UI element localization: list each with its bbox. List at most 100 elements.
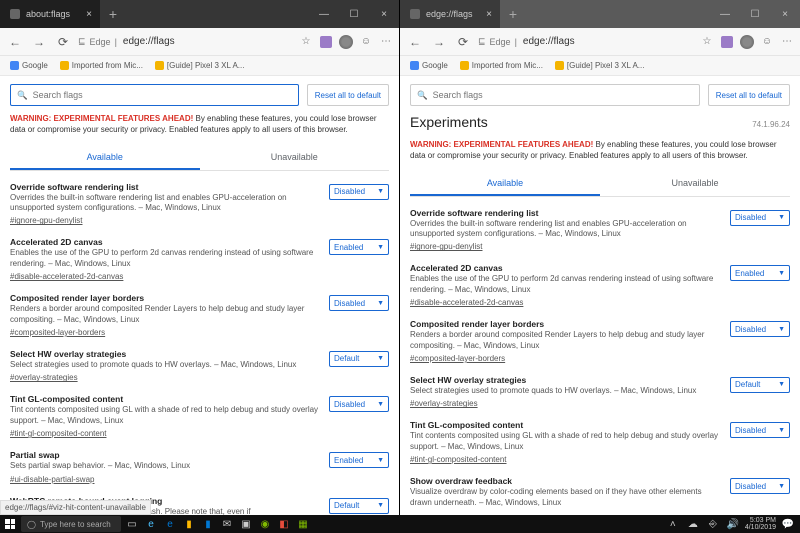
menu-icon[interactable]: ⋯	[780, 35, 794, 49]
new-tab-button[interactable]: +	[100, 0, 126, 28]
search-input[interactable]	[433, 90, 693, 100]
flag-value-select[interactable]: Default▼	[329, 498, 389, 514]
flag-anchor-link[interactable]: #ignore-gpu-denylist	[10, 216, 83, 225]
taskbar-app-icon[interactable]: ▮	[200, 516, 216, 532]
flag-value-select[interactable]: Disabled▼	[730, 422, 790, 438]
cortana-search[interactable]: ◯Type here to search	[21, 516, 121, 532]
flag-anchor-link[interactable]: #disable-accelerated-2d-canvas	[10, 272, 123, 281]
bookmark-item[interactable]: Google	[10, 61, 48, 70]
bookmark-item[interactable]: Imported from Mic...	[460, 61, 543, 70]
tab-unavailable[interactable]: Unavailable	[600, 172, 790, 196]
tray-sound-icon[interactable]: 🔊	[725, 516, 741, 532]
system-clock[interactable]: 5:03 PM 4/10/2019	[745, 517, 776, 531]
flag-anchor-link[interactable]: #tint-gl-composited-content	[410, 455, 507, 464]
close-window-button[interactable]: ×	[369, 0, 399, 28]
tab-available[interactable]: Available	[410, 172, 600, 196]
flag-value-select[interactable]: Enabled▼	[329, 452, 389, 468]
flag-description: Tint contents composited using GL with a…	[410, 431, 722, 452]
bookmark-item[interactable]: Imported from Mic...	[60, 61, 143, 70]
flag-anchor-link[interactable]: #overlay-strategies	[410, 399, 478, 408]
flag-anchor-link[interactable]: #tint-gl-composited-content	[10, 429, 107, 438]
flag-row: Accelerated 2D canvasEnables the use of …	[410, 256, 790, 312]
flag-title: Select HW overlay strategies	[410, 375, 722, 385]
reload-button[interactable]: ⟳	[454, 33, 472, 51]
reset-all-button[interactable]: Reset all to default	[708, 84, 790, 106]
flag-value-select[interactable]: Disabled▼	[329, 396, 389, 412]
close-window-button[interactable]: ×	[770, 0, 800, 28]
flag-value-select[interactable]: Disabled▼	[730, 321, 790, 337]
right-browser-window: edge://flags × + — ☐ × ← → ⟳ ⊑Edge| edge…	[400, 0, 800, 515]
flag-value-select[interactable]: Enabled▼	[730, 265, 790, 281]
minimize-button[interactable]: —	[309, 0, 339, 28]
profile-icon[interactable]	[740, 35, 754, 49]
flag-value-select[interactable]: Default▼	[329, 351, 389, 367]
search-flags-box[interactable]: 🔍	[410, 84, 700, 106]
close-tab-icon[interactable]: ×	[86, 9, 92, 20]
minimize-button[interactable]: —	[710, 0, 740, 28]
extension-icon[interactable]	[720, 35, 734, 49]
bookmark-item[interactable]: [Guide] Pixel 3 XL A...	[555, 61, 645, 70]
flag-row: Accelerated 2D canvasEnables the use of …	[10, 230, 389, 286]
menu-icon[interactable]: ⋯	[379, 35, 393, 49]
browser-tab[interactable]: edge://flags ×	[400, 0, 500, 28]
flag-value-select[interactable]: Disabled▼	[730, 478, 790, 494]
flag-row: Select HW overlay strategiesSelect strat…	[10, 342, 389, 387]
start-button[interactable]	[2, 516, 18, 532]
close-tab-icon[interactable]: ×	[486, 9, 492, 20]
forward-button[interactable]: →	[430, 33, 448, 51]
task-view-icon[interactable]: ▭	[124, 516, 140, 532]
flag-value-select[interactable]: Disabled▼	[730, 210, 790, 226]
browser-tab[interactable]: about:flags ×	[0, 0, 100, 28]
flag-anchor-link[interactable]: #ui-disable-partial-swap	[10, 475, 94, 484]
flag-anchor-link[interactable]: #disable-accelerated-2d-canvas	[410, 298, 523, 307]
taskbar-app-icon[interactable]: ◧	[276, 516, 292, 532]
url-field[interactable]: edge://flags	[123, 36, 293, 47]
url-field[interactable]: edge://flags	[523, 36, 694, 47]
back-button[interactable]: ←	[6, 33, 24, 51]
flag-row: Show overdraw feedbackVisualize overdraw…	[410, 469, 790, 515]
bookmark-item[interactable]: Google	[410, 61, 448, 70]
extension-icon[interactable]	[319, 35, 333, 49]
tab-unavailable[interactable]: Unavailable	[200, 146, 390, 170]
favorite-icon[interactable]: ☆	[299, 35, 313, 49]
reload-button[interactable]: ⟳	[54, 33, 72, 51]
search-icon: 🔍	[417, 90, 428, 101]
flag-anchor-link[interactable]: #ignore-gpu-denylist	[410, 242, 483, 251]
flag-description: Renders a border around composited Rende…	[410, 330, 722, 351]
notifications-icon[interactable]: 💬	[780, 516, 796, 532]
maximize-button[interactable]: ☐	[339, 0, 369, 28]
flag-value-select[interactable]: Disabled▼	[329, 295, 389, 311]
bookmark-item[interactable]: [Guide] Pixel 3 XL A...	[155, 61, 245, 70]
taskbar-app-icon[interactable]: ▮	[181, 516, 197, 532]
taskbar-app-icon[interactable]: e	[143, 516, 159, 532]
flag-value-select[interactable]: Enabled▼	[329, 239, 389, 255]
taskbar-app-icon[interactable]: e	[162, 516, 178, 532]
tray-up-icon[interactable]: ˄	[665, 516, 681, 532]
maximize-button[interactable]: ☐	[740, 0, 770, 28]
forward-button[interactable]: →	[30, 33, 48, 51]
search-input[interactable]	[33, 90, 292, 100]
feedback-icon[interactable]: ☺	[760, 35, 774, 49]
tab-available[interactable]: Available	[10, 146, 200, 170]
flag-value-select[interactable]: Default▼	[730, 377, 790, 393]
favorite-icon[interactable]: ☆	[700, 35, 714, 49]
taskbar-app-icon[interactable]: ▦	[295, 516, 311, 532]
back-button[interactable]: ←	[406, 33, 424, 51]
taskbar-app-icon[interactable]: ✉	[219, 516, 235, 532]
flag-anchor-link[interactable]: #composited-layer-borders	[410, 354, 505, 363]
flags-content: 🔍 Reset all to default WARNING: EXPERIME…	[0, 76, 399, 515]
flag-anchor-link[interactable]: #overlay-strategies	[10, 373, 78, 382]
new-tab-button[interactable]: +	[500, 0, 526, 28]
taskbar-app-icon[interactable]: ◉	[257, 516, 273, 532]
tray-wifi-icon[interactable]: ⎆	[705, 516, 721, 532]
feedback-icon[interactable]: ☺	[359, 35, 373, 49]
flag-anchor-link[interactable]: #composited-layer-borders	[10, 328, 105, 337]
flag-description: Select strategies used to promote quads …	[10, 360, 321, 370]
reset-all-button[interactable]: Reset all to default	[307, 84, 389, 106]
tray-cloud-icon[interactable]: ☁	[685, 516, 701, 532]
taskbar-app-icon[interactable]: ▣	[238, 516, 254, 532]
profile-icon[interactable]	[339, 35, 353, 49]
flag-value-select[interactable]: Disabled▼	[329, 184, 389, 200]
flag-row: Select HW overlay strategiesSelect strat…	[410, 368, 790, 413]
search-flags-box[interactable]: 🔍	[10, 84, 299, 106]
